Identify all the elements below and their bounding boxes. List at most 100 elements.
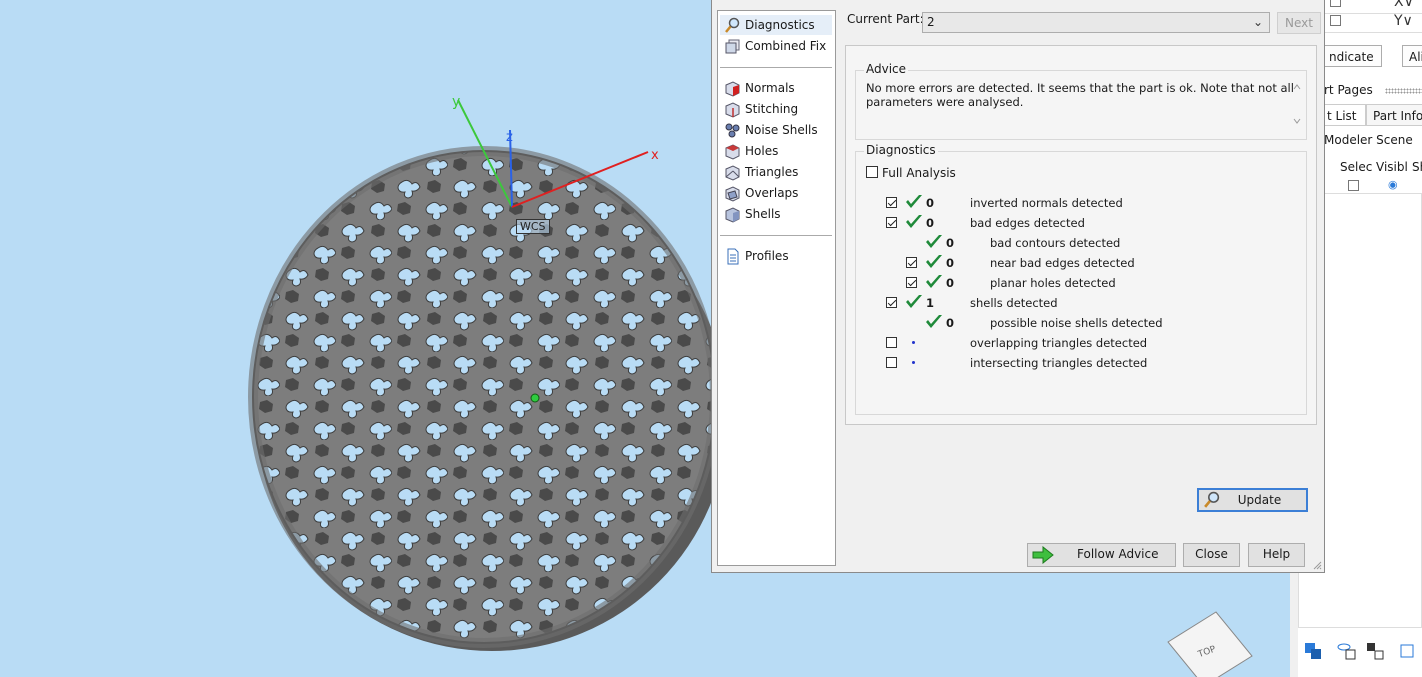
diagnostic-checkbox[interactable] bbox=[886, 197, 897, 208]
full-analysis-checkbox[interactable] bbox=[866, 166, 878, 178]
green-check-icon bbox=[906, 295, 922, 308]
nav-label-shells: Shells bbox=[745, 207, 781, 221]
nav-item-normals[interactable]: Normals bbox=[720, 78, 832, 98]
chevron-down-icon: ⌄ bbox=[1252, 15, 1263, 29]
nav-item-overlaps[interactable]: Overlaps bbox=[720, 183, 832, 203]
nav-label-normals: Normals bbox=[745, 81, 795, 95]
select-toggle-icon[interactable] bbox=[1364, 640, 1386, 662]
advice-scrollbar[interactable] bbox=[1290, 79, 1304, 129]
diagnostic-label: possible noise shells detected bbox=[990, 316, 1163, 330]
diagnostic-label: overlapping triangles detected bbox=[970, 336, 1148, 350]
holes-cube-icon bbox=[725, 143, 740, 160]
visibility-eye-icon[interactable]: ◉ bbox=[1388, 178, 1398, 191]
next-button[interactable]: Next bbox=[1277, 12, 1321, 34]
diagnostic-count: 0 bbox=[946, 276, 955, 290]
document-icon bbox=[727, 248, 739, 264]
center-point-marker bbox=[530, 393, 540, 403]
splitter-grip[interactable] bbox=[1385, 88, 1422, 94]
diagnostics-title: Diagnostics bbox=[864, 143, 938, 157]
combined-fix-icon bbox=[725, 39, 740, 53]
update-label: Update bbox=[1237, 493, 1282, 507]
advice-title: Advice bbox=[864, 62, 909, 76]
nav-item-profiles[interactable]: Profiles bbox=[720, 246, 832, 266]
diagnostic-count: 1 bbox=[926, 296, 935, 310]
green-arrow-icon bbox=[1032, 546, 1054, 564]
nav-label-stitching: Stitching bbox=[745, 102, 799, 116]
fix-wizard-dialog: Diagnostics Combined Fix Normals Stitchi… bbox=[711, 0, 1325, 573]
current-part-dropdown[interactable]: 2 ⌄ bbox=[922, 12, 1270, 33]
nav-item-holes[interactable]: Holes bbox=[720, 141, 832, 161]
diagnostic-label: planar holes detected bbox=[990, 276, 1116, 290]
axis-y-label: Y∨ bbox=[1394, 13, 1413, 29]
green-check-icon bbox=[926, 275, 942, 288]
diagnostic-count: 0 bbox=[946, 316, 955, 330]
fix-nav-panel: Diagnostics Combined Fix Normals Stitchi… bbox=[717, 10, 836, 566]
green-check-icon bbox=[926, 255, 942, 268]
pending-dot-icon bbox=[912, 341, 915, 344]
green-check-icon bbox=[926, 235, 942, 248]
tab-part-list[interactable]: t List bbox=[1320, 104, 1366, 126]
nav-item-triangles[interactable]: Triangles bbox=[720, 162, 832, 182]
overlaps-cube-icon bbox=[725, 185, 740, 202]
diagnostic-label: inverted normals detected bbox=[970, 196, 1123, 210]
current-part-label: Current Part: bbox=[847, 12, 924, 26]
diagnostic-checkbox[interactable] bbox=[906, 277, 917, 288]
magnifier-icon bbox=[725, 17, 740, 33]
modeler-scene-label: Modeler Scene bbox=[1324, 133, 1413, 147]
indicate-button[interactable]: ndicate bbox=[1322, 45, 1382, 67]
nav-item-stitching[interactable]: Stitching bbox=[720, 99, 832, 119]
align-button[interactable]: Ali bbox=[1402, 45, 1422, 67]
nav-item-noise-shells[interactable]: Noise Shells bbox=[720, 120, 832, 140]
diagnostic-label: shells detected bbox=[970, 296, 1058, 310]
green-check-icon bbox=[906, 195, 922, 208]
follow-advice-button[interactable]: Follow Advice bbox=[1027, 543, 1176, 567]
help-button[interactable]: Help bbox=[1248, 543, 1305, 567]
column-select[interactable]: Selec bbox=[1340, 160, 1372, 174]
row-select-checkbox[interactable] bbox=[1348, 180, 1359, 191]
visibility-toggle-icon[interactable] bbox=[1336, 640, 1358, 662]
column-shaded[interactable]: Sh bbox=[1412, 160, 1422, 174]
nav-label-combined-fix: Combined Fix bbox=[745, 39, 827, 53]
diagnostic-count: 0 bbox=[926, 216, 935, 230]
diagnostic-count: 0 bbox=[946, 256, 955, 270]
column-visible[interactable]: Visibl bbox=[1376, 160, 1408, 174]
diagnostics-group: Diagnostics Full Analysis 0 inverted norm… bbox=[855, 143, 1308, 512]
nav-item-combined-fix[interactable]: Combined Fix bbox=[720, 36, 832, 56]
diagnostic-label: intersecting triangles detected bbox=[970, 356, 1148, 370]
tab-part-info[interactable]: Part Info bbox=[1366, 104, 1422, 126]
diagnostic-checkbox[interactable] bbox=[886, 297, 897, 308]
advice-text: No more errors are detected. It seems th… bbox=[866, 81, 1296, 133]
shells-cube-icon bbox=[725, 206, 740, 223]
pending-dot-icon bbox=[912, 361, 915, 364]
diagnostic-checkbox[interactable] bbox=[886, 337, 897, 348]
current-part-value: 2 bbox=[927, 15, 935, 29]
green-check-icon bbox=[906, 215, 922, 228]
stitching-cube-icon bbox=[725, 101, 740, 118]
nav-item-shells[interactable]: Shells bbox=[720, 204, 832, 224]
diagnostic-checkbox[interactable] bbox=[886, 217, 897, 228]
z-axis-label: z bbox=[506, 130, 513, 145]
close-button[interactable]: Close bbox=[1183, 543, 1240, 567]
triangles-cube-icon bbox=[725, 164, 740, 181]
diagnostic-count: 0 bbox=[946, 236, 955, 250]
part-color-icon[interactable] bbox=[1302, 640, 1324, 662]
nav-separator bbox=[720, 235, 832, 236]
nav-label-overlaps: Overlaps bbox=[745, 186, 799, 200]
wcs-label: WCS bbox=[516, 219, 550, 234]
nav-item-diagnostics[interactable]: Diagnostics bbox=[720, 15, 832, 35]
update-button[interactable]: Update bbox=[1197, 488, 1308, 512]
axis-x-checkbox[interactable] bbox=[1330, 0, 1341, 7]
nav-separator bbox=[720, 67, 832, 68]
diagnostic-label: near bad edges detected bbox=[990, 256, 1135, 270]
full-analysis-label: Full Analysis bbox=[882, 166, 956, 180]
part-pages-label: rt Pages bbox=[1324, 83, 1373, 97]
normals-cube-icon bbox=[725, 80, 740, 97]
diagnostic-checkbox[interactable] bbox=[886, 357, 897, 368]
axis-y-checkbox[interactable] bbox=[1330, 15, 1341, 26]
advice-group: Advice No more errors are detected. It s… bbox=[855, 62, 1307, 140]
magnifier-icon bbox=[1204, 491, 1220, 508]
cube-view-icon[interactable] bbox=[1396, 640, 1418, 662]
nav-label-profiles: Profiles bbox=[745, 249, 789, 263]
resize-grip-icon[interactable] bbox=[1312, 560, 1322, 570]
diagnostic-checkbox[interactable] bbox=[906, 257, 917, 268]
